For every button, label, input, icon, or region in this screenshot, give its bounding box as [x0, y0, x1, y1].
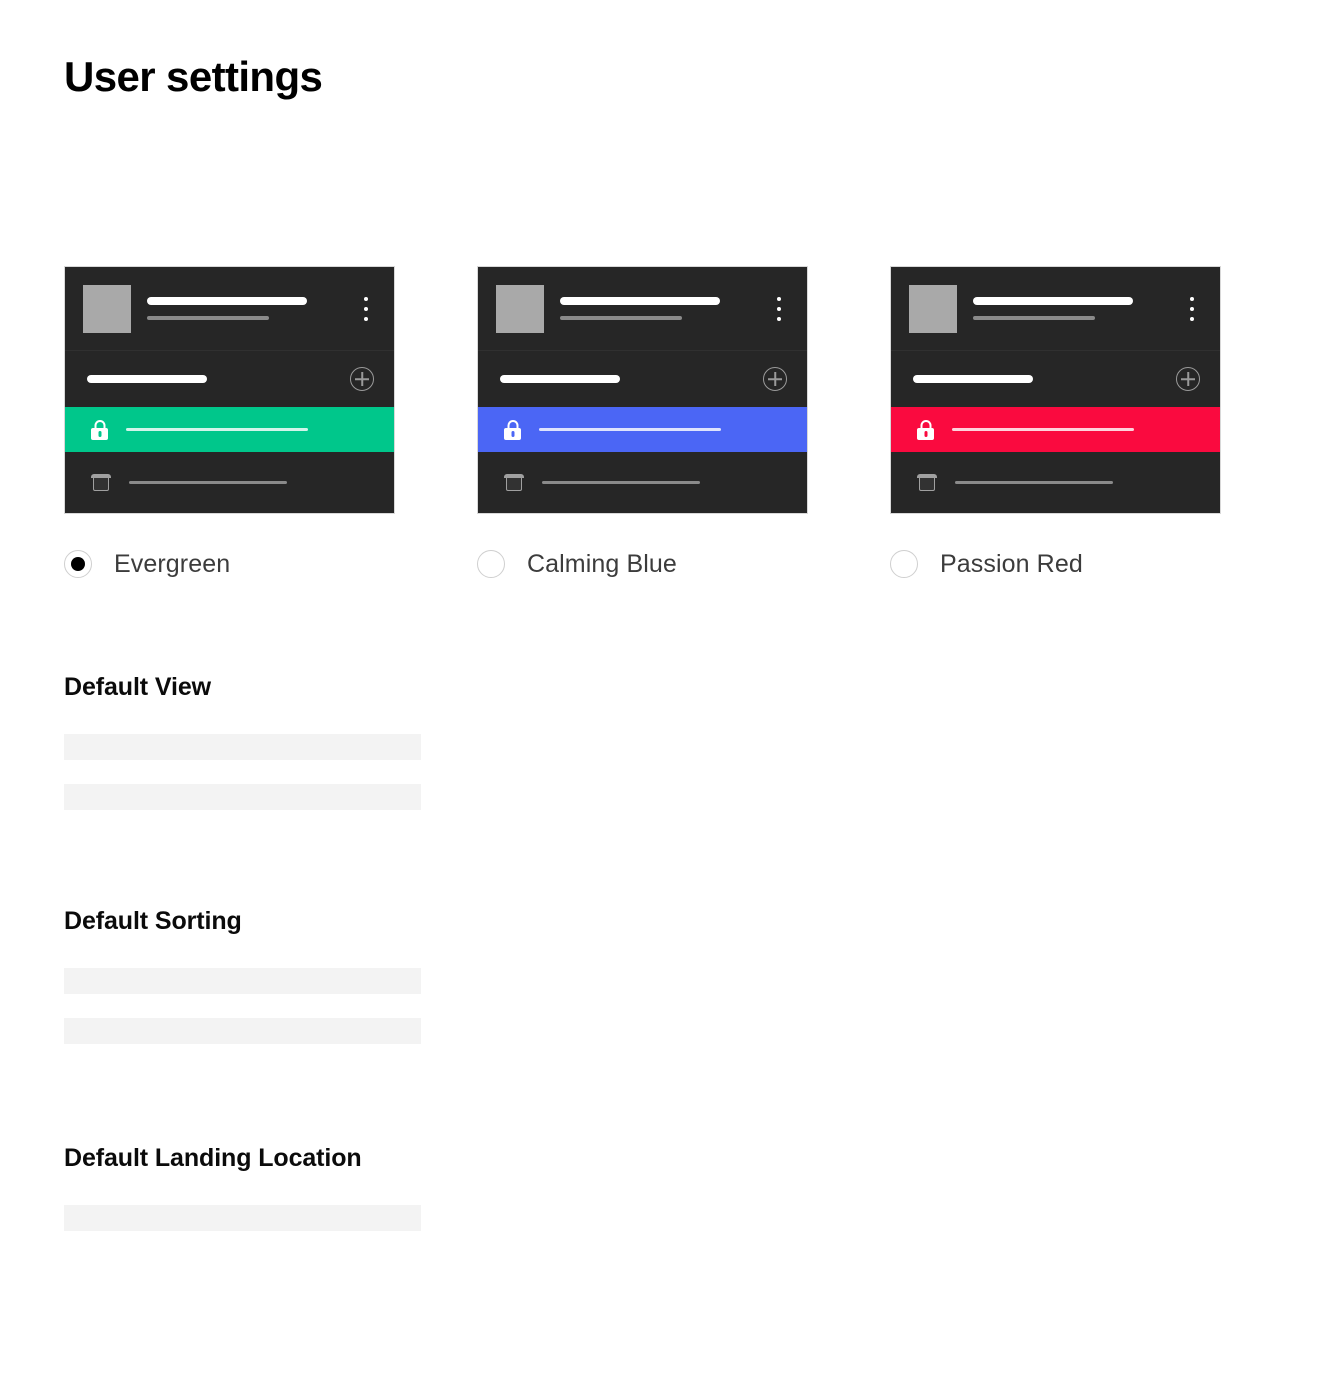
preview-trash-row [891, 452, 1220, 513]
section-default-landing-location: Default Landing Location [64, 1143, 564, 1231]
placeholder-line-trash [955, 481, 1113, 484]
thumbnail-placeholder-icon [83, 284, 131, 333]
plus-circle-icon [1176, 367, 1200, 391]
kebab-menu-icon [358, 296, 374, 321]
theme-option-calming-blue[interactable]: Calming Blue [477, 266, 808, 578]
theme-label-evergreen: Evergreen [114, 549, 231, 578]
theme-preview-card-calming-blue[interactable] [477, 266, 808, 514]
radio-button-evergreen[interactable] [64, 550, 92, 578]
preview-accent-row [65, 407, 394, 452]
trash-icon [91, 473, 111, 493]
theme-radio-row-evergreen[interactable]: Evergreen [64, 550, 395, 578]
theme-preview-card-evergreen[interactable] [64, 266, 395, 514]
radio-button-passion-red[interactable] [890, 550, 918, 578]
section-heading-default-view: Default View [64, 673, 211, 701]
placeholder-line-accent [952, 428, 1134, 431]
placeholder-line-primary [913, 375, 1033, 383]
placeholder-row[interactable] [64, 784, 421, 810]
kebab-menu-icon [771, 296, 787, 321]
kebab-menu-icon [1184, 296, 1200, 321]
user-settings-page: User settings Evergreen Calming Blue Pas… [0, 0, 1338, 1383]
preview-add-row [478, 351, 807, 407]
placeholder-line-secondary [560, 316, 682, 320]
placeholder-line-secondary [147, 316, 269, 320]
theme-label-passion-red: Passion Red [940, 549, 1083, 578]
placeholder-row[interactable] [64, 1018, 421, 1044]
preview-header [478, 267, 807, 351]
placeholder-line-primary [147, 297, 307, 305]
placeholder-line-accent [126, 428, 308, 431]
plus-circle-icon [763, 367, 787, 391]
preview-trash-row [65, 452, 394, 513]
thumbnail-placeholder-icon [496, 284, 544, 333]
preview-header [65, 267, 394, 351]
placeholder-line-primary [973, 297, 1133, 305]
preview-header-lines [973, 297, 1174, 320]
page-title: User settings [64, 53, 323, 100]
preview-add-row [891, 351, 1220, 407]
placeholder-line-trash [542, 481, 700, 484]
section-heading-default-sorting: Default Sorting [64, 907, 242, 935]
default-view-options [64, 734, 564, 810]
theme-label-calming-blue: Calming Blue [527, 549, 677, 578]
theme-option-passion-red[interactable]: Passion Red [890, 266, 1221, 578]
preview-header-lines [147, 297, 348, 320]
default-landing-options [64, 1205, 564, 1231]
theme-radio-row-passion-red[interactable]: Passion Red [890, 550, 1221, 578]
theme-option-evergreen[interactable]: Evergreen [64, 266, 395, 578]
placeholder-line-trash [129, 481, 287, 484]
preview-header-lines [560, 297, 761, 320]
placeholder-line-secondary [973, 316, 1095, 320]
trash-icon [504, 473, 524, 493]
trash-icon [917, 473, 937, 493]
section-default-sorting: Default Sorting [64, 906, 564, 1044]
radio-button-calming-blue[interactable] [477, 550, 505, 578]
lock-icon [917, 419, 934, 440]
theme-picker-group: Evergreen Calming Blue Passion Red [64, 266, 1224, 578]
placeholder-row[interactable] [64, 734, 421, 760]
plus-circle-icon [350, 367, 374, 391]
placeholder-line-accent [539, 428, 721, 431]
lock-icon [504, 419, 521, 440]
preview-trash-row [478, 452, 807, 513]
section-heading-default-landing-location: Default Landing Location [64, 1144, 362, 1172]
preview-accent-row [478, 407, 807, 452]
default-sorting-options [64, 968, 564, 1044]
theme-radio-row-calming-blue[interactable]: Calming Blue [477, 550, 808, 578]
lock-icon [91, 419, 108, 440]
placeholder-line-primary [560, 297, 720, 305]
thumbnail-placeholder-icon [909, 284, 957, 333]
preview-accent-row [891, 407, 1220, 452]
placeholder-line-primary [87, 375, 207, 383]
placeholder-line-primary [500, 375, 620, 383]
preview-header [891, 267, 1220, 351]
placeholder-row[interactable] [64, 1205, 421, 1231]
theme-preview-card-passion-red[interactable] [890, 266, 1221, 514]
section-default-view: Default View [64, 672, 564, 810]
placeholder-row[interactable] [64, 968, 421, 994]
preview-add-row [65, 351, 394, 407]
